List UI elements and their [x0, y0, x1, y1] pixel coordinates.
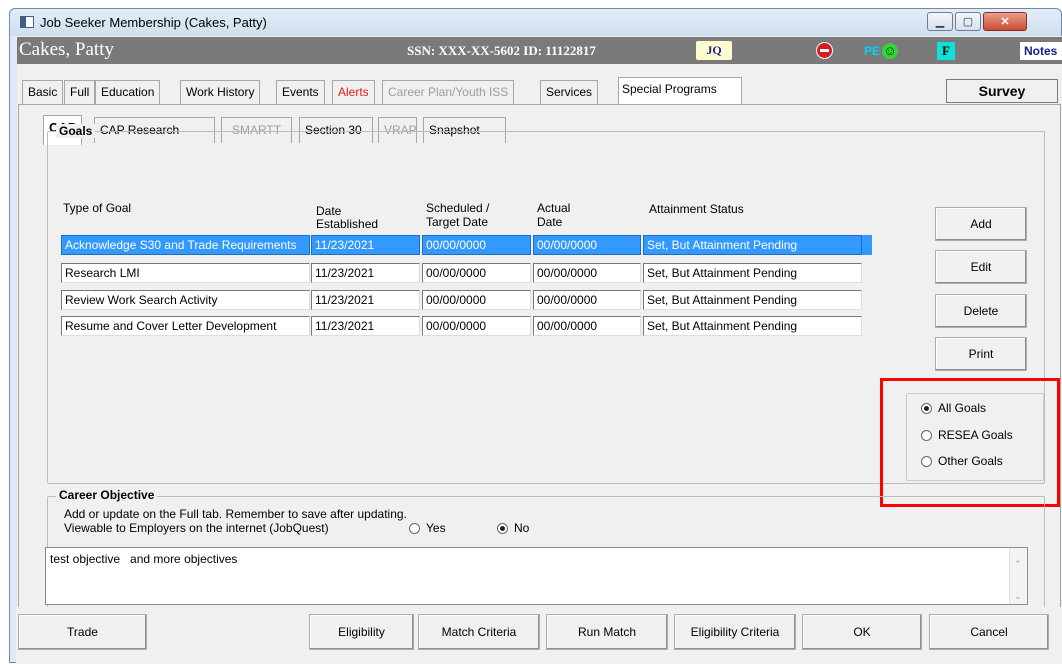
jobquest-icon[interactable]: JQ — [696, 41, 732, 60]
goals-group-label: Goals — [56, 124, 96, 138]
f-button[interactable]: F — [937, 42, 955, 60]
ok-button[interactable]: OK — [802, 614, 922, 650]
goal-type-cell[interactable]: Acknowledge S30 and Trade Requirements — [61, 235, 310, 255]
title-bar: Job Seeker Membership (Cakes, Patty) ▁ ▢… — [10, 9, 1061, 36]
member-name: Cakes, Patty — [19, 39, 114, 60]
goal-actual-cell[interactable]: 00/00/0000 — [533, 263, 641, 283]
viewable-no[interactable]: No — [497, 521, 529, 535]
trade-button[interactable]: Trade — [18, 614, 147, 650]
header-actual-date-1: Actual — [537, 201, 571, 215]
survey-button[interactable]: Survey — [946, 79, 1058, 103]
close-button[interactable]: ✕ — [983, 12, 1027, 31]
goal-actual-cell[interactable]: 00/00/0000 — [533, 290, 641, 310]
career-note: Add or update on the Full tab. Remember … — [64, 507, 407, 521]
radio-viewable-no[interactable] — [497, 522, 508, 534]
ssn-id: SSN: XXX-XX-5602 ID: 11122817 — [407, 43, 596, 58]
match-criteria-button[interactable]: Match Criteria — [418, 614, 540, 650]
viewable-yes[interactable]: Yes — [409, 521, 446, 535]
scroll-down-icon[interactable]: ⌄ — [1014, 591, 1022, 602]
tab-work-history[interactable]: Work History — [180, 80, 261, 104]
eligibility-button[interactable]: Eligibility — [309, 614, 414, 650]
annotation-highlight-box — [880, 378, 1060, 507]
career-viewable-label: Viewable to Employers on the internet (J… — [64, 521, 329, 535]
goal-status-cell[interactable]: Set, But Attainment Pending — [643, 316, 862, 336]
jq-label: JQ — [706, 43, 722, 57]
cancel-button[interactable]: Cancel — [929, 614, 1049, 650]
row-selection-tail — [862, 235, 872, 255]
smiley-icon: ☺ — [882, 42, 899, 59]
objective-scrollbar[interactable]: ⌃ ⌄ — [1009, 548, 1027, 604]
minimize-icon: ▁ — [935, 16, 945, 28]
goal-established-cell[interactable]: 11/23/2021 — [311, 316, 420, 336]
career-objective-textarea[interactable]: test objective and more objectives ⌃ ⌄ — [45, 547, 1028, 605]
goal-row[interactable]: Review Work Search Activity 11/23/2021 0… — [61, 290, 871, 310]
goal-row[interactable]: Research LMI 11/23/2021 00/00/0000 00/00… — [61, 263, 871, 283]
minimize-button[interactable]: ▁ — [927, 12, 953, 31]
notes-button[interactable]: Notes — [1020, 42, 1062, 60]
goal-actual-cell[interactable]: 00/00/0000 — [533, 235, 641, 255]
goal-status-cell[interactable]: Set, But Attainment Pending — [643, 235, 862, 255]
goal-row[interactable]: Resume and Cover Letter Development 11/2… — [61, 316, 871, 336]
print-button[interactable]: Print — [935, 337, 1027, 371]
stop-icon[interactable] — [816, 42, 833, 59]
goal-row[interactable]: Acknowledge S30 and Trade Requirements 1… — [61, 235, 872, 255]
scroll-up-icon[interactable]: ⌃ — [1014, 559, 1022, 570]
header-type-of-goal: Type of Goal — [63, 201, 132, 215]
tab-alerts[interactable]: Alerts — [332, 80, 375, 104]
goal-established-cell[interactable]: 11/23/2021 — [311, 263, 420, 283]
goal-status-cell[interactable]: Set, But Attainment Pending — [643, 290, 862, 310]
header-attainment-status: Attainment Status — [649, 202, 744, 216]
maximize-icon: ▢ — [962, 16, 974, 28]
tab-special-programs[interactable]: Special Programs — [618, 77, 742, 105]
goal-established-cell[interactable]: 11/23/2021 — [311, 290, 420, 310]
tab-education[interactable]: Education — [95, 80, 161, 104]
header-target-date-2: Target Date — [426, 215, 489, 229]
goal-target-cell[interactable]: 00/00/0000 — [422, 316, 531, 336]
tab-full[interactable]: Full — [64, 80, 96, 104]
goal-target-cell[interactable]: 00/00/0000 — [422, 290, 531, 310]
app-icon — [20, 16, 34, 28]
pe-label: PE — [864, 43, 881, 58]
run-match-button[interactable]: Run Match — [546, 614, 668, 650]
goal-target-cell[interactable]: 00/00/0000 — [422, 235, 531, 255]
viewable-yes-label: Yes — [426, 521, 446, 535]
delete-button[interactable]: Delete — [935, 294, 1027, 328]
goal-target-cell[interactable]: 00/00/0000 — [422, 263, 531, 283]
goal-type-cell[interactable]: Review Work Search Activity — [61, 290, 310, 310]
goal-established-cell[interactable]: 11/23/2021 — [311, 235, 420, 255]
add-button[interactable]: Add — [935, 207, 1027, 241]
window-title: Job Seeker Membership (Cakes, Patty) — [40, 15, 267, 30]
goal-status-cell[interactable]: Set, But Attainment Pending — [643, 263, 862, 283]
header-date-established-2: Established — [316, 217, 379, 231]
career-objective-label: Career Objective — [56, 488, 158, 502]
tab-basic[interactable]: Basic — [22, 80, 64, 104]
header-actual-date-2: Date — [537, 215, 563, 229]
pe-indicator[interactable]: PE ☺ — [862, 41, 900, 60]
tab-services[interactable]: Services — [540, 80, 599, 104]
career-objective-text: test objective and more objectives — [50, 552, 238, 566]
goal-type-cell[interactable]: Resume and Cover Letter Development — [61, 316, 310, 336]
viewable-no-label: No — [514, 521, 530, 535]
header-target-date-1: Scheduled / — [426, 201, 490, 215]
tab-career-plan[interactable]: Career Plan/Youth ISS — [382, 80, 515, 104]
radio-viewable-yes[interactable] — [409, 522, 420, 534]
eligibility-criteria-button[interactable]: Eligibility Criteria — [674, 614, 796, 650]
edit-button[interactable]: Edit — [935, 250, 1027, 284]
goal-actual-cell[interactable]: 00/00/0000 — [533, 316, 641, 336]
close-icon: ✕ — [1000, 16, 1010, 28]
maximize-button[interactable]: ▢ — [955, 12, 981, 31]
member-header: Cakes, Patty SSN: XXX-XX-5602 ID: 111228… — [17, 37, 1062, 64]
tab-events[interactable]: Events — [276, 80, 325, 104]
goal-type-cell[interactable]: Research LMI — [61, 263, 310, 283]
